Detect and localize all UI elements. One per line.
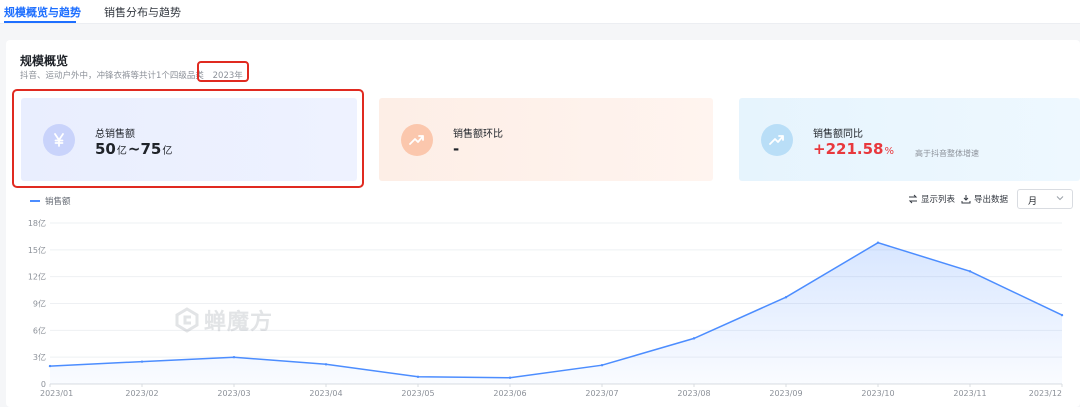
data-point[interactable] bbox=[784, 296, 788, 299]
data-point[interactable] bbox=[232, 355, 236, 359]
watermark-brand: 蝉魔方 bbox=[204, 310, 274, 335]
legend-swatch bbox=[30, 200, 40, 202]
trend-up-icon bbox=[761, 124, 793, 156]
metric-label: 销售额同比 bbox=[813, 129, 863, 140]
total-sales-highlight-box bbox=[12, 89, 364, 188]
y-tick-label: 15亿 bbox=[28, 245, 46, 255]
overview-card: 规模概览 抖音、运动户外中，冲锋衣裤等共计1个四级品类 2023年 总销售额 5… bbox=[6, 40, 1080, 407]
metric-mom: 销售额环比 - bbox=[379, 98, 713, 181]
data-point[interactable] bbox=[692, 337, 696, 340]
data-point[interactable] bbox=[48, 364, 52, 368]
show-list-button[interactable]: 显示列表 bbox=[908, 193, 955, 205]
x-tick-label: 2023/10 bbox=[861, 389, 894, 398]
x-tick-label: 2023/09 bbox=[769, 389, 802, 398]
data-point[interactable] bbox=[968, 270, 972, 273]
data-point[interactable] bbox=[600, 364, 604, 367]
y-tick-label: 6亿 bbox=[33, 325, 46, 335]
yoy-percent: % bbox=[884, 146, 894, 157]
tab-scale-overview[interactable]: 规模概览与趋势 bbox=[4, 4, 81, 20]
data-point[interactable] bbox=[1060, 313, 1064, 317]
x-tick-label: 2023/05 bbox=[401, 389, 434, 398]
x-tick-label: 2023/04 bbox=[309, 389, 342, 398]
logo-icon bbox=[175, 307, 199, 333]
x-tick-label: 2023/07 bbox=[585, 389, 618, 398]
x-tick-label: 2023/02 bbox=[125, 389, 158, 398]
sales-trend-chart: 0 3亿 6亿 9亿 12亿 15亿 18亿 2023/01 2023/02 2023/03 20… bbox=[28, 218, 1064, 398]
description-text: 抖音、运动户外中，冲锋衣裤等共计1个四级品类 bbox=[20, 71, 204, 81]
period-select[interactable]: 月 bbox=[1017, 189, 1073, 209]
y-tick-label: 0 bbox=[41, 380, 46, 389]
metric-value: +221.58% bbox=[813, 140, 895, 158]
year-highlight-box bbox=[197, 61, 249, 82]
x-tick-label: 2023/12 bbox=[1029, 389, 1062, 398]
data-point[interactable] bbox=[508, 376, 512, 379]
metric-value: - bbox=[453, 140, 460, 158]
metric-label: 销售额环比 bbox=[453, 129, 503, 140]
data-point[interactable] bbox=[876, 241, 880, 244]
y-tick-label: 12亿 bbox=[28, 272, 46, 282]
chart-legend[interactable]: 销售额 bbox=[30, 195, 71, 207]
swap-icon bbox=[908, 194, 918, 204]
export-label: 导出数据 bbox=[974, 195, 1009, 205]
x-tick-label: 2023/03 bbox=[217, 389, 250, 398]
yoy-number: +221.58 bbox=[813, 140, 884, 158]
active-tab-indicator bbox=[4, 21, 76, 23]
section-title: 规模概览 bbox=[20, 54, 69, 68]
data-point[interactable] bbox=[324, 363, 328, 366]
y-tick-label: 3亿 bbox=[33, 352, 46, 362]
x-tick-label: 2023/01 bbox=[40, 389, 73, 398]
export-button[interactable]: 导出数据 bbox=[961, 193, 1008, 205]
show-list-label: 显示列表 bbox=[921, 195, 956, 205]
x-tick-label: 2023/06 bbox=[493, 389, 526, 398]
data-point[interactable] bbox=[140, 360, 144, 363]
tab-sales-distribution[interactable]: 销售分布与趋势 bbox=[104, 4, 181, 20]
x-tick-label: 2023/11 bbox=[953, 389, 986, 398]
metric-yoy: 销售额同比 +221.58% 高于抖音整体增速 bbox=[739, 98, 1080, 181]
period-value: 月 bbox=[1028, 197, 1038, 207]
tab-bar: 规模概览与趋势 销售分布与趋势 bbox=[0, 0, 1080, 24]
data-point[interactable] bbox=[416, 375, 420, 379]
yoy-note: 高于抖音整体增速 bbox=[915, 149, 979, 158]
x-tick-label: 2023/08 bbox=[677, 389, 710, 398]
download-icon bbox=[961, 195, 971, 204]
y-tick-label: 9亿 bbox=[33, 299, 46, 309]
legend-label: 销售额 bbox=[45, 197, 71, 207]
trend-up-icon bbox=[401, 124, 433, 156]
chevron-down-icon bbox=[1056, 194, 1064, 205]
y-tick-label: 18亿 bbox=[28, 218, 46, 228]
watermark-logo: 蝉魔方 bbox=[174, 304, 273, 336]
